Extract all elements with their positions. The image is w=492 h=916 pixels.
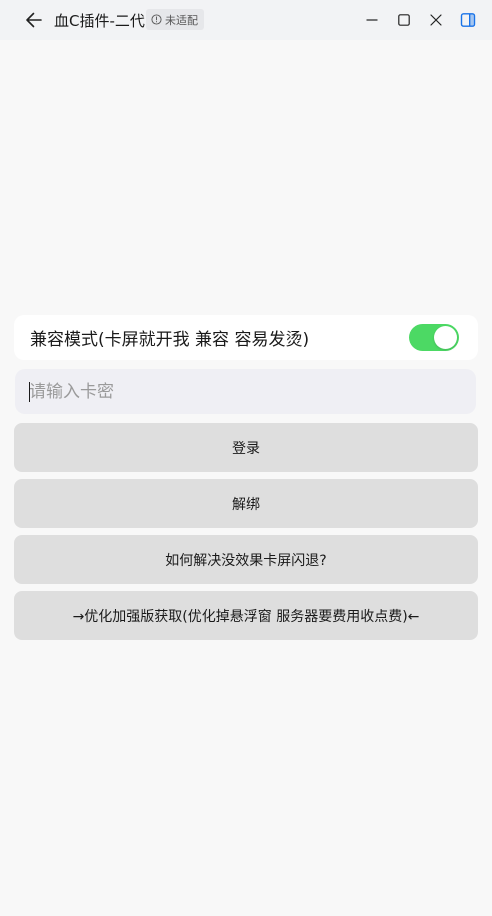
card-key-field <box>15 369 476 414</box>
compat-mode-toggle[interactable] <box>409 324 459 351</box>
login-button[interactable]: 登录 <box>14 423 478 472</box>
back-arrow-icon <box>26 12 42 28</box>
badge-label: 未适配 <box>165 13 198 27</box>
card-key-input[interactable] <box>15 369 476 414</box>
unbind-button[interactable]: 解绑 <box>14 479 478 528</box>
maximize-button[interactable] <box>392 8 416 32</box>
help-button[interactable]: 如何解决没效果卡屏闪退? <box>14 535 478 584</box>
toggle-knob <box>434 326 457 349</box>
compat-mode-row: 兼容模式(卡屏就开我 兼容 容易发烫) <box>14 315 478 360</box>
minimize-button[interactable] <box>360 8 384 32</box>
info-icon <box>151 14 162 25</box>
maximize-icon <box>398 14 410 26</box>
text-caret <box>29 382 30 402</box>
app-title: 血C插件-二代 <box>54 12 145 30</box>
enhanced-version-button[interactable]: →优化加强版获取(优化掉悬浮窗 服务器要费用收点费)← <box>14 591 478 640</box>
sidebar-toggle-icon <box>460 13 476 27</box>
back-button[interactable] <box>22 8 46 32</box>
title-bar: 血C插件-二代 未适配 <box>0 0 492 40</box>
close-icon <box>430 14 442 26</box>
compat-mode-label: 兼容模式(卡屏就开我 兼容 容易发烫) <box>30 330 310 350</box>
sidebar-toggle-button[interactable] <box>456 8 480 32</box>
close-button[interactable] <box>424 8 448 32</box>
compat-status-badge: 未适配 <box>146 9 204 30</box>
minimize-icon <box>366 19 378 21</box>
